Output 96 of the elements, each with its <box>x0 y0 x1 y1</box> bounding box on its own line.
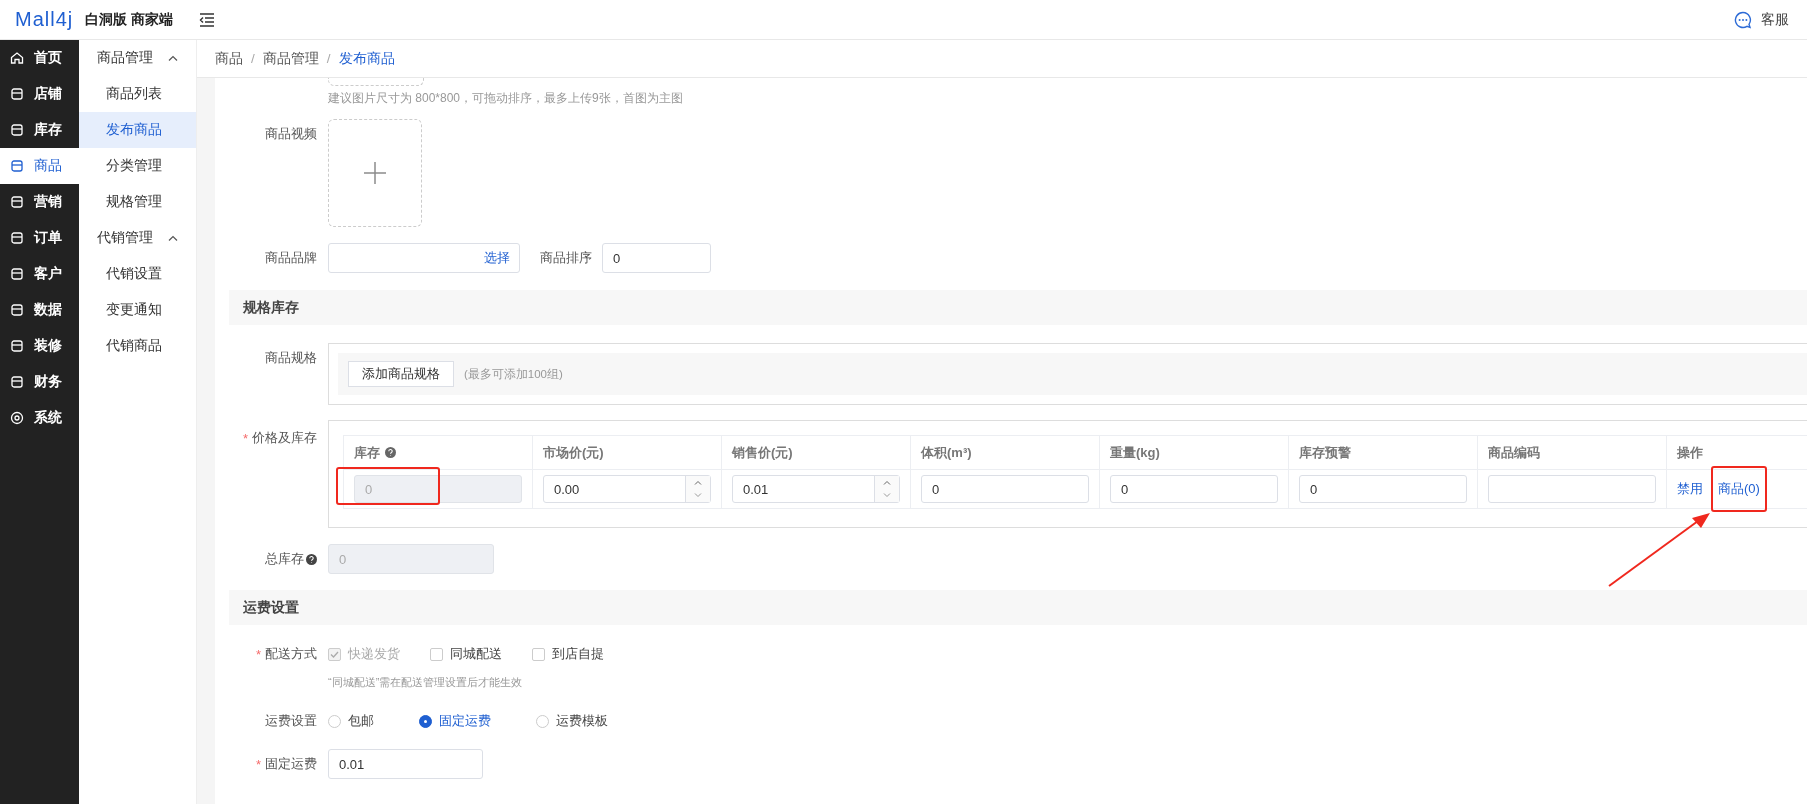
sort-field[interactable]: 0 <box>602 243 711 273</box>
nav-item[interactable]: 装修 <box>0 328 79 364</box>
nav-item[interactable]: 财务 <box>0 364 79 400</box>
tray-icon <box>10 123 24 137</box>
field-label: 固定运费 <box>265 755 317 773</box>
tray-icon <box>10 195 24 209</box>
increment-icon[interactable] <box>694 480 702 485</box>
nav-group[interactable]: 商品管理 <box>79 40 196 76</box>
edition-title: 白洞版 商家端 <box>85 10 174 29</box>
number-input[interactable]: 0.00 <box>543 475 711 503</box>
column-header: 操作 <box>1677 443 1703 462</box>
field-label: 商品排序 <box>540 249 592 267</box>
increment-icon[interactable] <box>883 480 891 485</box>
chevron-icon <box>168 235 178 241</box>
field-label: 运费设置 <box>265 712 317 730</box>
breadcrumb-item[interactable]: 商品管理 <box>262 49 319 68</box>
action-link[interactable]: 商品(0) <box>1711 466 1767 512</box>
breadcrumb-separator: / <box>251 51 255 66</box>
settings-icon <box>10 411 24 425</box>
breadcrumb-item[interactable]: 商品 <box>215 49 243 68</box>
nav-item[interactable]: 代销商品 <box>79 328 196 364</box>
customer-service-button[interactable]: 客服 <box>1734 10 1789 29</box>
fixed-fee-field[interactable]: 0.01 <box>328 749 483 779</box>
field-label: 价格及库存 <box>252 429 317 447</box>
nav-item[interactable]: 首页 <box>0 40 79 76</box>
menu-fold-icon[interactable] <box>199 12 216 27</box>
chat-icon <box>1734 10 1752 29</box>
nav-item[interactable]: 库存 <box>0 112 79 148</box>
add-spec-button[interactable]: 添加商品规格 <box>348 361 454 387</box>
nav-item[interactable]: 店铺 <box>0 76 79 112</box>
action-link[interactable]: 禁用 <box>1677 480 1703 498</box>
delivery-checkbox[interactable]: 同城配送 <box>430 645 502 663</box>
upload-hint: 建议图片尺寸为 800*800，可拖动排序，最多上传9张，首图为主图 <box>328 90 683 107</box>
nav-item[interactable]: 商品 <box>0 148 79 184</box>
home-icon <box>10 51 24 65</box>
delivery-note: “同城配送”需在配送管理设置后才能生效 <box>328 675 523 690</box>
upload-box[interactable] <box>328 78 424 86</box>
nav-item[interactable]: 变更通知 <box>79 292 196 328</box>
decrement-icon[interactable] <box>694 493 702 498</box>
tray-icon <box>10 267 24 281</box>
table-input[interactable]: 0 <box>921 475 1089 503</box>
column-header: 商品编码 <box>1488 443 1540 462</box>
breadcrumb-item[interactable]: 发布商品 <box>338 49 395 68</box>
column-header: 体积(m³) <box>921 443 972 462</box>
nav-item[interactable]: 营销 <box>0 184 79 220</box>
checkmark-icon <box>330 650 339 658</box>
spec-hint: (最多可添加100组) <box>464 366 563 382</box>
required-mark: * <box>242 430 248 446</box>
nav-item[interactable]: 数据 <box>0 292 79 328</box>
column-header: 库存预警 <box>1299 443 1351 462</box>
fee-radio[interactable]: 包邮 <box>328 712 374 730</box>
fee-radio[interactable]: 固定运费 <box>419 712 491 730</box>
help-icon[interactable] <box>385 447 396 458</box>
select-link[interactable]: 选择 <box>484 249 510 267</box>
logo: Mall4j <box>15 8 74 31</box>
nav-group[interactable]: 代销管理 <box>79 220 196 256</box>
field-label: 商品品牌 <box>265 249 317 267</box>
tray-icon <box>10 159 24 173</box>
tray-icon <box>10 303 24 317</box>
decrement-icon[interactable] <box>883 493 891 498</box>
table-input[interactable] <box>1488 475 1656 503</box>
field-label: 商品视频 <box>265 125 317 143</box>
breadcrumb-separator: / <box>326 51 331 66</box>
help-icon[interactable] <box>306 553 317 565</box>
number-input[interactable]: 0.01 <box>732 475 900 503</box>
plus-icon <box>364 162 386 184</box>
tray-icon <box>10 231 24 245</box>
video-upload-box[interactable] <box>328 119 422 227</box>
section-header: 运费设置 <box>229 590 1807 625</box>
nav-item[interactable]: 规格管理 <box>79 184 196 220</box>
chevron-icon <box>168 55 178 61</box>
column-header: 市场价(元) <box>543 443 604 462</box>
field-label: 总库存 <box>265 550 304 568</box>
nav-item[interactable]: 商品列表 <box>79 76 196 112</box>
tray-icon <box>10 339 24 353</box>
nav-item[interactable]: 订单 <box>0 220 79 256</box>
column-header: 库存 <box>354 443 380 462</box>
nav-item[interactable]: 代销设置 <box>79 256 196 292</box>
nav-item[interactable]: 系统 <box>0 400 79 436</box>
column-header: 销售价(元) <box>732 443 793 462</box>
field-label: 配送方式 <box>265 645 317 663</box>
required-mark: * <box>255 756 261 772</box>
delivery-checkbox[interactable]: 到店自提 <box>532 645 604 663</box>
tray-icon <box>10 87 24 101</box>
brand-field[interactable]: 选择 <box>328 243 520 273</box>
nav-item[interactable]: 分类管理 <box>79 148 196 184</box>
tray-icon <box>10 375 24 389</box>
nav-item[interactable]: 客户 <box>0 256 79 292</box>
nav-item[interactable]: 发布商品 <box>79 112 196 148</box>
table-input[interactable]: 0 <box>1110 475 1278 503</box>
fee-radio[interactable]: 运费模板 <box>536 712 608 730</box>
table-input[interactable]: 0 <box>1299 475 1467 503</box>
field-label: 商品规格 <box>265 349 317 367</box>
required-mark: * <box>255 646 261 662</box>
column-header: 重量(kg) <box>1110 443 1160 462</box>
section-header: 规格库存 <box>229 290 1807 325</box>
